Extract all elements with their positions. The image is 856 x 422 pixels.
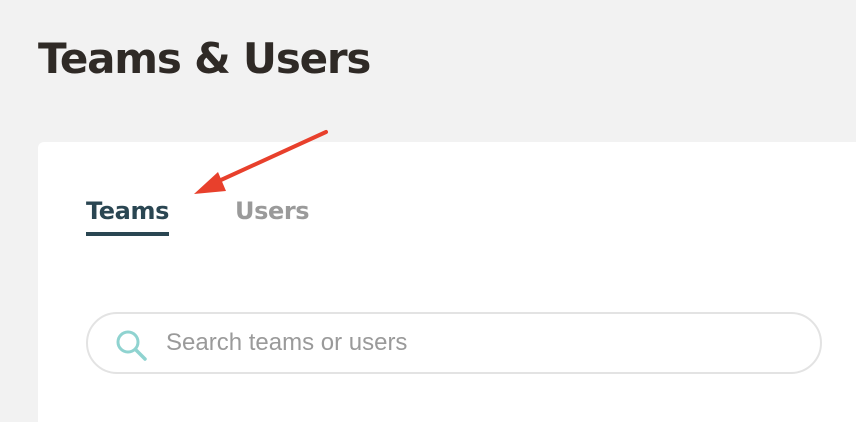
tab-users-label: Users bbox=[235, 197, 310, 225]
teams-users-card: Teams Users bbox=[38, 142, 856, 422]
page-title: Teams & Users bbox=[38, 34, 371, 83]
tab-teams[interactable]: Teams bbox=[86, 194, 169, 236]
tab-teams-label: Teams bbox=[86, 197, 169, 225]
search-icon bbox=[116, 330, 147, 361]
search-box[interactable] bbox=[86, 312, 822, 374]
tab-users[interactable]: Users bbox=[235, 194, 310, 228]
search-input[interactable] bbox=[166, 314, 786, 372]
active-tab-indicator bbox=[86, 232, 169, 236]
